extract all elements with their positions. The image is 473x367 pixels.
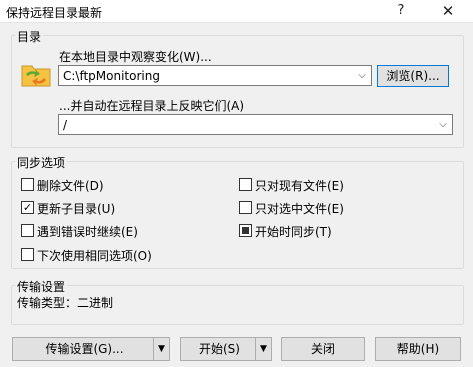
delete-files-checkbox[interactable] bbox=[21, 178, 34, 191]
local-directory-combo[interactable]: C:\ftpMonitoring ⌵ bbox=[58, 65, 372, 86]
existing-only-checkbox[interactable] bbox=[239, 178, 252, 191]
local-directory-label: 在本地目录中观察变化(W)... bbox=[59, 50, 212, 64]
chevron-down-icon[interactable]: ⌵ bbox=[353, 66, 371, 85]
sync-folder-icon bbox=[21, 65, 51, 87]
update-subdirs-label[interactable]: 更新子目录(U) bbox=[37, 200, 115, 217]
remote-directory-label: ...并自动在远程目录上反映它们(A) bbox=[59, 99, 245, 113]
sync-on-start-checkbox[interactable] bbox=[239, 224, 252, 237]
help-button[interactable]: 帮助(H) bbox=[375, 337, 461, 361]
use-same-options-label[interactable]: 下次使用相同选项(O) bbox=[37, 247, 152, 264]
close-button[interactable]: 关闭 bbox=[281, 337, 365, 361]
use-same-options-checkbox[interactable] bbox=[21, 248, 34, 261]
start-button-label: 开始(S) bbox=[199, 342, 240, 356]
remote-directory-value: / bbox=[63, 118, 68, 132]
dropdown-arrow-icon[interactable]: ▼ bbox=[255, 338, 271, 360]
start-button[interactable]: 开始(S) ▼ bbox=[180, 337, 272, 361]
existing-only-label[interactable]: 只对现有文件(E) bbox=[255, 177, 344, 194]
window-title: 保持远程目录最新 bbox=[6, 6, 103, 20]
transfer-settings-group-label: 传输设置 bbox=[15, 278, 68, 295]
transfer-settings-button-label: 传输设置(G)... bbox=[45, 342, 124, 356]
close-icon[interactable]: ✕ bbox=[431, 0, 465, 22]
delete-files-label[interactable]: 删除文件(D) bbox=[37, 177, 104, 194]
continue-on-error-label[interactable]: 遇到错误时继续(E) bbox=[37, 223, 138, 240]
sync-on-start-label[interactable]: 开始时同步(T) bbox=[255, 223, 332, 240]
dropdown-arrow-icon[interactable]: ▼ bbox=[153, 338, 169, 360]
local-directory-value: C:\ftpMonitoring bbox=[63, 69, 160, 83]
remote-directory-combo[interactable]: / ⌵ bbox=[58, 114, 453, 135]
transfer-settings-button[interactable]: 传输设置(G)... ▼ bbox=[12, 337, 170, 361]
browse-button[interactable]: 浏览(R)... bbox=[377, 65, 449, 87]
sync-options-group-label: 同步选项 bbox=[15, 154, 68, 171]
title-bar: 保持远程目录最新 ? ✕ bbox=[0, 0, 473, 23]
help-icon[interactable]: ? bbox=[384, 0, 418, 22]
selected-only-checkbox[interactable] bbox=[239, 201, 252, 214]
update-subdirs-checkbox[interactable]: ✓ bbox=[21, 201, 34, 214]
continue-on-error-checkbox[interactable] bbox=[21, 224, 34, 237]
transfer-type-text: 传输类型：二进制 bbox=[17, 296, 114, 310]
selected-only-label[interactable]: 只对选中文件(E) bbox=[255, 200, 344, 217]
chevron-down-icon[interactable]: ⌵ bbox=[434, 115, 452, 134]
directory-group-label: 目录 bbox=[15, 28, 44, 45]
